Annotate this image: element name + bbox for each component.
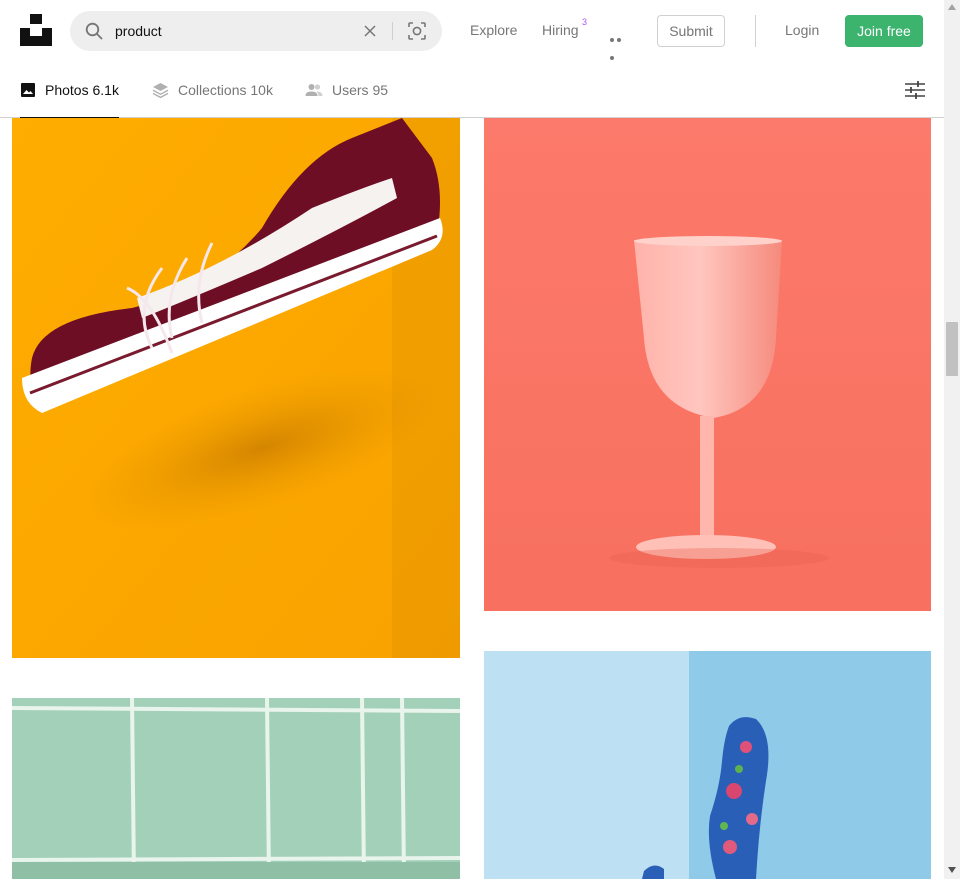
- layers-icon: [152, 82, 169, 98]
- tab-photos[interactable]: Photos 6.1k: [20, 62, 119, 119]
- nav-explore[interactable]: Explore: [470, 22, 517, 38]
- photo-pink-glass[interactable]: [484, 118, 931, 611]
- photo-floral-heel[interactable]: [484, 651, 931, 879]
- visual-search-icon[interactable]: [407, 21, 427, 41]
- tab-users[interactable]: Users 95: [305, 62, 388, 118]
- tab-photos-count: 6.1k: [92, 82, 119, 98]
- tab-users-label: Users: [332, 82, 369, 98]
- scroll-down-icon[interactable]: [948, 867, 956, 873]
- login-link[interactable]: Login: [785, 22, 819, 38]
- submit-button[interactable]: Submit: [657, 15, 725, 47]
- search-divider: [392, 22, 393, 40]
- page-scrollbar[interactable]: [944, 0, 960, 879]
- page: Explore Hiring 3 Submit Login Join free …: [0, 0, 960, 879]
- unsplash-logo-icon[interactable]: [20, 14, 52, 46]
- search-icon[interactable]: [85, 22, 103, 40]
- tab-photos-label: Photos: [45, 82, 89, 98]
- search-bar: [70, 11, 442, 51]
- tab-users-count: 95: [372, 82, 389, 98]
- header-divider: [755, 15, 756, 47]
- hiring-badge: 3: [582, 17, 588, 27]
- search-input[interactable]: [115, 21, 345, 41]
- scroll-up-icon[interactable]: [948, 4, 956, 10]
- scroll-thumb[interactable]: [946, 322, 958, 376]
- close-icon[interactable]: [362, 23, 378, 39]
- users-icon: [305, 84, 323, 96]
- tab-collections-count: 10k: [250, 82, 273, 98]
- filters-icon[interactable]: [904, 80, 926, 100]
- tab-collections-label: Collections: [178, 82, 247, 98]
- search-tabs: Photos 6.1k Collections 10k Users 95: [0, 62, 944, 119]
- top-nav: Explore Hiring 3 Submit Login Join free: [0, 0, 944, 62]
- photo-mint-tiles[interactable]: [12, 698, 460, 879]
- join-free-button[interactable]: Join free: [845, 15, 923, 47]
- image-icon: [21, 83, 35, 97]
- photo-sneaker[interactable]: [12, 118, 460, 658]
- more-icon[interactable]: [610, 29, 630, 60]
- nav-hiring[interactable]: Hiring: [542, 22, 579, 38]
- tab-collections[interactable]: Collections 10k: [152, 62, 273, 118]
